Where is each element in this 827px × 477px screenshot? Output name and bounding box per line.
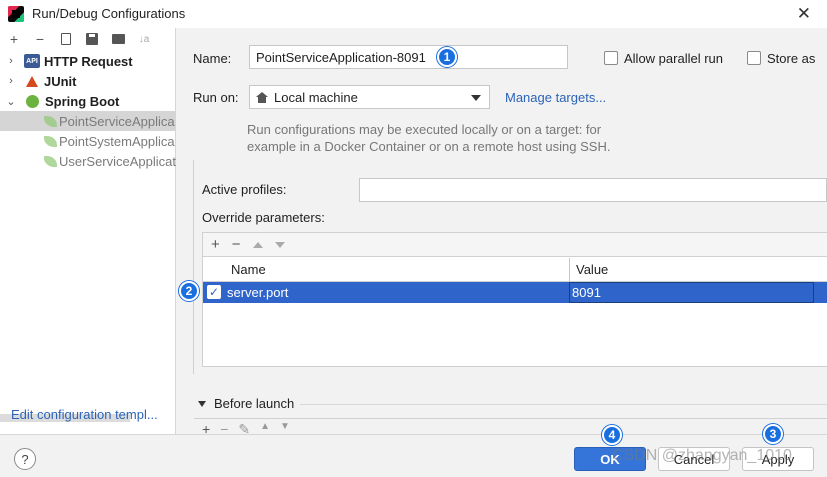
dialog-footer: ? OK Cancel Apply	[0, 434, 827, 477]
move-to-folder-button[interactable]	[110, 31, 126, 47]
parameter-name-cell[interactable]: server.port	[227, 285, 288, 300]
copy-configuration-button[interactable]	[58, 31, 74, 47]
edit-configuration-templates-link[interactable]: Edit configuration templ...	[11, 407, 158, 422]
remove-configuration-button[interactable]: −	[32, 31, 48, 47]
parameter-value-cell[interactable]: 8091	[569, 282, 814, 303]
save-configuration-button[interactable]	[84, 31, 100, 47]
chevron-down-icon	[471, 95, 481, 101]
move-task-up-icon[interactable]: ▲	[260, 421, 270, 434]
move-up-icon[interactable]	[252, 241, 263, 248]
tree-item-label: PointSystemApplica	[59, 133, 175, 149]
spring-leaf-icon	[43, 155, 57, 167]
active-profiles-label: Active profiles:	[202, 182, 287, 197]
step-badge-1: 1	[437, 47, 457, 67]
save-icon	[86, 33, 98, 45]
add-task-button[interactable]: +	[202, 421, 210, 434]
manage-targets-link[interactable]: Manage targets...	[505, 90, 606, 105]
chevron-right-icon[interactable]: ›	[4, 55, 18, 67]
folder-icon	[111, 34, 125, 44]
tree-item-junit[interactable]: › JUnit	[0, 71, 176, 91]
name-field[interactable]: PointServiceApplication-8091	[249, 45, 568, 69]
move-task-down-icon[interactable]: ▼	[280, 421, 290, 434]
configurations-panel: + − ↓a › API HTTP Request › JUnit ⌄ Spri…	[0, 28, 176, 434]
table-header: Name Value	[203, 258, 827, 282]
copy-icon	[61, 33, 71, 45]
chevron-down-icon[interactable]: ⌄	[4, 95, 18, 108]
tree-item-spring-boot[interactable]: ⌄ Spring Boot	[0, 91, 176, 111]
tree-item-user-service[interactable]: UserServiceApplicat	[0, 151, 176, 171]
tree-item-point-service[interactable]: PointServiceApplica	[0, 111, 176, 131]
close-icon[interactable]: ✕	[797, 4, 811, 24]
remove-task-button[interactable]: −	[220, 421, 228, 434]
table-toolbar: + −	[203, 233, 827, 257]
column-header-name[interactable]: Name	[231, 262, 266, 277]
tree-item-label: Spring Boot	[45, 93, 120, 109]
override-parameters-table: + − Name Value ✓ server.port 8091	[202, 232, 827, 367]
spring-boot-icon	[26, 94, 39, 108]
remove-parameter-button[interactable]: −	[232, 236, 241, 253]
run-on-value: Local machine	[274, 89, 358, 105]
move-down-icon[interactable]	[274, 241, 285, 248]
spring-leaf-icon	[44, 135, 57, 147]
junit-icon	[26, 75, 38, 87]
table-row[interactable]: ✓ server.port 8091	[203, 282, 827, 303]
run-on-select[interactable]: Local machine	[249, 85, 490, 109]
ok-button[interactable]: OK	[574, 447, 646, 471]
before-launch-toolbar: + − ✎ ▲ ▼	[194, 418, 827, 434]
chevron-right-icon[interactable]: ›	[4, 75, 18, 87]
tree-item-http-request[interactable]: › API HTTP Request	[0, 51, 176, 71]
run-on-hint-line-1: Run configurations may be executed local…	[247, 122, 602, 137]
title-bar: Run/Debug Configurations ✕	[0, 0, 827, 28]
run-on-hint-line-2: example in a Docker Container or on a re…	[247, 139, 611, 154]
allow-parallel-run-label: Allow parallel run	[624, 51, 723, 66]
window-title: Run/Debug Configurations	[32, 6, 186, 21]
tree-item-label: JUnit	[44, 73, 77, 89]
section-divider	[300, 404, 827, 405]
tree-item-label: UserServiceApplicat	[58, 153, 176, 169]
step-badge-4: 4	[602, 425, 622, 445]
step-badge-2: 2	[179, 281, 199, 301]
store-as-project-file-checkbox[interactable]	[747, 51, 761, 65]
add-configuration-button[interactable]: +	[6, 31, 22, 47]
api-icon: API	[24, 54, 40, 68]
override-parameters-label: Override parameters:	[202, 210, 325, 225]
tree-item-label: HTTP Request	[44, 53, 133, 69]
run-on-label: Run on:	[193, 90, 239, 105]
tree-item-label: PointServiceApplica	[59, 113, 175, 129]
column-divider[interactable]	[569, 258, 570, 282]
help-icon[interactable]: ?	[14, 448, 36, 470]
apply-button[interactable]: Apply	[742, 447, 814, 471]
collapse-triangle-icon	[198, 400, 206, 407]
sort-configurations-button[interactable]: ↓a	[136, 31, 152, 47]
before-launch-section-toggle[interactable]: Before launch	[198, 396, 294, 411]
edit-task-icon[interactable]: ✎	[238, 421, 250, 434]
intellij-logo-icon	[8, 6, 24, 22]
active-profiles-input[interactable]	[359, 178, 827, 202]
tree-item-point-system[interactable]: PointSystemApplica	[0, 131, 176, 151]
column-header-value[interactable]: Value	[576, 262, 608, 277]
add-parameter-button[interactable]: +	[211, 236, 220, 253]
home-icon	[256, 91, 268, 103]
step-badge-3: 3	[763, 424, 783, 444]
before-launch-label: Before launch	[214, 396, 295, 411]
checkbox-checked-icon[interactable]: ✓	[207, 285, 221, 299]
spring-leaf-icon	[44, 115, 57, 127]
allow-parallel-run-checkbox[interactable]	[604, 51, 618, 65]
tree-toolbar: + − ↓a	[0, 28, 175, 50]
store-as-label: Store as	[767, 51, 816, 66]
cancel-button[interactable]: Cancel	[658, 447, 730, 471]
name-label: Name:	[193, 51, 232, 66]
